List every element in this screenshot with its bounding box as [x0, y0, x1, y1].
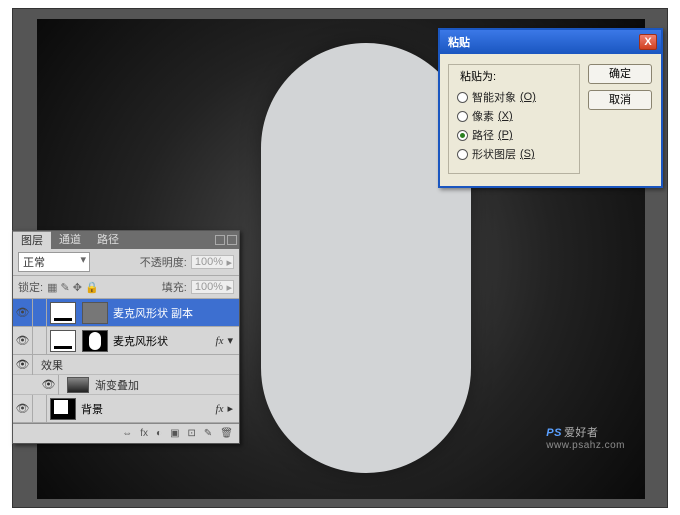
- dialog-titlebar[interactable]: 粘贴 X: [440, 30, 661, 54]
- option-pixels[interactable]: 像素(X): [457, 108, 571, 124]
- add-mask-icon[interactable]: ◐: [156, 428, 162, 439]
- visibility-icon[interactable]: 👁: [13, 355, 33, 375]
- layer-mask-thumb[interactable]: [82, 302, 108, 324]
- layer-thumb[interactable]: [50, 398, 76, 420]
- cancel-button[interactable]: 取消: [588, 90, 652, 110]
- close-icon[interactable]: X: [639, 34, 657, 50]
- layer-list: 👁 麦克风形状 副本 👁 麦克风形状 fx ▾ 👁 效果 👁 渐变叠加 👁: [13, 299, 239, 423]
- blend-mode-select[interactable]: 正常: [18, 252, 90, 272]
- visibility-icon[interactable]: 👁: [13, 327, 33, 355]
- trash-icon[interactable]: 🗑: [220, 428, 233, 439]
- radio-icon: [457, 149, 468, 160]
- dialog-title: 粘贴: [448, 34, 470, 50]
- fx-gradient-overlay[interactable]: 👁 渐变叠加: [13, 375, 239, 395]
- panel-tabs: 图层 通道 路径: [13, 231, 239, 249]
- lock-buttons[interactable]: ▦ ✎ ✥ 🔒: [47, 281, 99, 294]
- chevron-right-icon[interactable]: ▸: [227, 402, 239, 415]
- opacity-label: 不透明度:: [140, 254, 187, 270]
- fill-label: 填充:: [162, 279, 187, 295]
- paste-as-legend: 粘贴为:: [457, 68, 499, 84]
- opacity-input[interactable]: 100%: [191, 255, 234, 269]
- layer-thumb[interactable]: [50, 302, 76, 324]
- layer-mic[interactable]: 👁 麦克风形状 fx ▾: [13, 327, 239, 355]
- radio-icon: [457, 111, 468, 122]
- visibility-icon[interactable]: 👁: [13, 395, 33, 423]
- option-smart-object[interactable]: 智能对象(O): [457, 89, 571, 105]
- watermark-url: www.psahz.com: [546, 440, 625, 451]
- option-shape-layer[interactable]: 形状图层(S): [457, 146, 571, 162]
- watermark-logo: PS: [546, 427, 562, 439]
- fx-icon[interactable]: fx: [212, 335, 228, 347]
- effect-swatch: [67, 377, 89, 393]
- paste-as-group: 粘贴为: 智能对象(O) 像素(X) 路径(P) 形状图层(S): [448, 64, 580, 174]
- paste-dialog: 粘贴 X 粘贴为: 智能对象(O) 像素(X) 路径(P) 形状图层(S) 确: [438, 28, 663, 188]
- tab-layers[interactable]: 图层: [13, 231, 51, 249]
- layer-thumb[interactable]: [50, 330, 76, 352]
- tab-paths[interactable]: 路径: [89, 231, 127, 249]
- radio-icon: [457, 130, 468, 141]
- panel-footer: ⇔ fx ◐ ▣ ⊡ ✎ 🗑: [13, 423, 239, 443]
- tab-channels[interactable]: 通道: [51, 231, 89, 249]
- ok-button[interactable]: 确定: [588, 64, 652, 84]
- fill-input[interactable]: 100%: [191, 280, 234, 294]
- chevron-down-icon[interactable]: ▾: [227, 334, 239, 347]
- adjustment-layer-icon[interactable]: ⊡: [188, 428, 196, 439]
- add-fx-icon[interactable]: fx: [140, 428, 148, 439]
- radio-icon: [457, 92, 468, 103]
- option-path[interactable]: 路径(P): [457, 127, 571, 143]
- link-layers-icon[interactable]: ⇔: [122, 428, 132, 439]
- panel-collapse-icon[interactable]: [215, 235, 225, 245]
- new-group-icon[interactable]: ▣: [170, 428, 179, 439]
- watermark: PS爱好者 www.psahz.com: [546, 424, 625, 451]
- new-layer-icon[interactable]: ✎: [204, 428, 212, 439]
- layer-mask-thumb[interactable]: [82, 330, 108, 352]
- visibility-icon[interactable]: 👁: [13, 299, 33, 327]
- layer-mic-copy[interactable]: 👁 麦克风形状 副本: [13, 299, 239, 327]
- fx-group[interactable]: 👁 效果: [13, 355, 239, 375]
- fx-icon[interactable]: fx: [212, 403, 228, 415]
- layer-background[interactable]: 👁 背景 fx ▸: [13, 395, 239, 423]
- lock-label: 锁定:: [18, 279, 43, 295]
- panel-close-icon[interactable]: [227, 235, 237, 245]
- layers-panel: 图层 通道 路径 正常 不透明度: 100% 锁定: ▦ ✎ ✥ 🔒 填充: 1…: [12, 230, 240, 444]
- visibility-icon[interactable]: 👁: [39, 375, 59, 395]
